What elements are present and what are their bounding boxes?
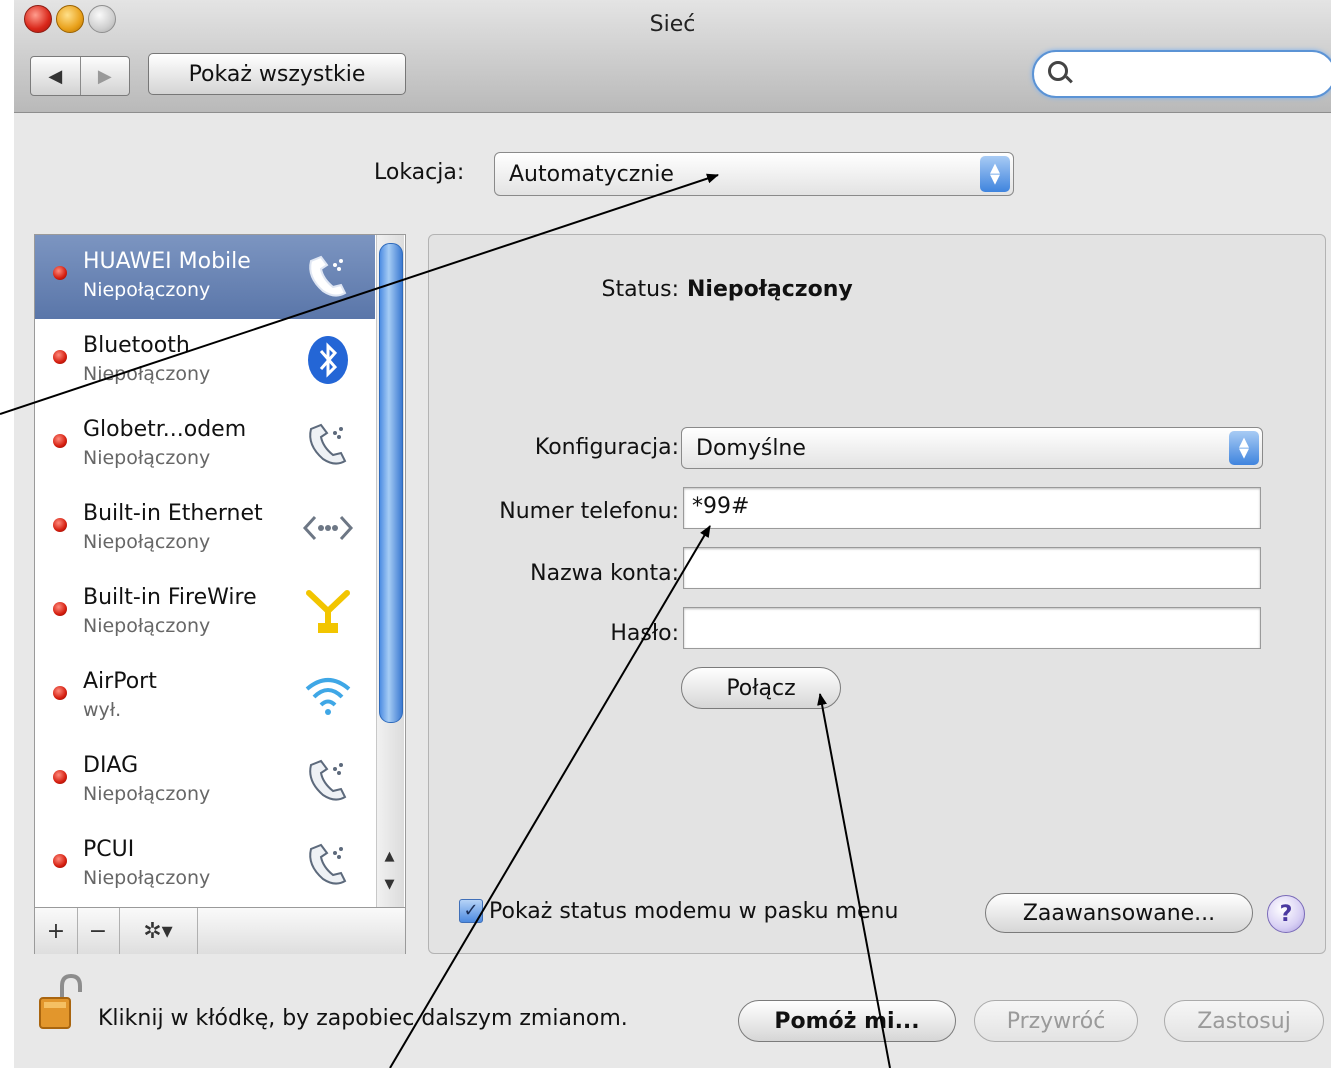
assist-me-button[interactable]: Pomóż mi... [738,1000,956,1042]
ethernet-icon [302,515,354,541]
location-label: Lokacja: [374,160,465,185]
apply-button[interactable]: Zastosuj [1164,1000,1324,1042]
service-list: HUAWEI Mobile Niepołączony Bluetooth Nie… [34,234,406,954]
forward-button[interactable]: ▶ [79,57,130,95]
scrollbar-thumb[interactable] [379,243,403,723]
phone-modem-icon [309,843,347,885]
service-name: Built-in Ethernet [83,501,263,526]
service-name: Globetr...odem [83,417,247,442]
help-button[interactable]: ? [1267,895,1305,933]
service-item-airport[interactable]: AirPort wył. [35,655,375,739]
service-item-globetrotter-modem[interactable]: Globetr...odem Niepołączony [35,403,375,487]
phone-number-input[interactable]: *99# [683,487,1261,529]
connect-button[interactable]: Połącz [681,667,841,709]
phone-modem-icon [309,423,347,465]
service-status: Niepołączony [83,615,211,637]
advanced-button[interactable]: Zaawansowane... [985,893,1253,933]
service-status: wył. [83,699,122,721]
window-title: Sieć [649,12,696,37]
configuration-value: Domyślne [696,435,806,461]
phone-modem-icon [309,759,347,801]
service-item-pcui[interactable]: PCUI Niepołączony [35,823,375,907]
wifi-icon [305,678,351,715]
service-name: Built-in FireWire [83,585,257,610]
status-dot-icon [53,602,67,616]
navigation-buttons: ◀ ▶ [30,56,130,96]
service-name: Bluetooth [83,333,190,358]
toolbar: Sieć ◀ ▶ Pokaż wszystkie [14,0,1331,113]
service-item-diag[interactable]: DIAG Niepołączony [35,739,375,823]
revert-button[interactable]: Przywróć [974,1000,1138,1042]
service-name: AirPort [83,669,157,694]
service-item-huawei-mobile[interactable]: HUAWEI Mobile Niepołączony [35,235,375,319]
status-dot-icon [53,686,67,700]
configuration-label: Konfiguracja: [534,435,679,460]
location-popup[interactable]: Automatycznie ▲ ▼ [494,152,1014,196]
service-status: Niepołączony [83,279,211,301]
service-item-built-in-firewire[interactable]: Built-in FireWire Niepołączony [35,571,375,655]
search-icon [1048,61,1068,81]
scroll-up-arrow-icon[interactable]: ▲ [376,843,403,871]
phone-number-label: Numer telefonu: [499,499,679,524]
popup-arrows-icon: ▲ ▼ [980,156,1010,192]
network-preferences-window: Sieć ◀ ▶ Pokaż wszystkie Lokacja: Automa… [14,0,1331,1068]
account-name-input[interactable] [683,547,1261,589]
service-detail-panel: Status: Niepołączony Konfiguracja: Domyś… [428,234,1326,954]
status-dot-icon [53,350,67,364]
add-service-button[interactable]: + [35,908,78,954]
password-input[interactable] [683,607,1261,649]
service-name: HUAWEI Mobile [83,249,251,274]
status-value: Niepołączony [687,277,853,302]
status-dot-icon [53,434,67,448]
remove-service-button[interactable]: − [77,908,120,954]
service-status: Niepołączony [83,783,211,805]
lock-message: Kliknij w kłódkę, by zapobiec dalszym zm… [98,1006,628,1031]
show-all-button[interactable]: Pokaż wszystkie [148,53,406,95]
location-value: Automatycznie [509,161,674,187]
service-item-built-in-ethernet[interactable]: Built-in Ethernet Niepołączony [35,487,375,571]
back-button[interactable]: ◀ [31,57,80,95]
show-modem-status-checkbox[interactable]: ✓ [459,899,483,923]
service-list-actions: + − ✲▾ [35,907,405,954]
service-item-bluetooth[interactable]: Bluetooth Niepołączony [35,319,375,403]
scroll-down-arrow-icon[interactable]: ▼ [376,871,403,899]
service-status: Niepołączony [83,531,211,553]
service-status: Niepołączony [83,363,211,385]
service-status: Niepołączony [83,867,211,889]
search-field[interactable] [1032,50,1331,98]
show-modem-status-label[interactable]: Pokaż status modemu w pasku menu [489,899,898,924]
bluetooth-icon [308,336,348,384]
status-dot-icon [53,770,67,784]
gear-menu-button[interactable]: ✲▾ [119,908,198,954]
popup-arrows-icon: ▲ ▼ [1229,431,1259,465]
configuration-popup[interactable]: Domyślne ▲ ▼ [681,427,1263,469]
status-dot-icon [53,854,67,868]
firewire-icon [306,590,350,633]
phone-modem-icon [309,255,347,297]
password-label: Hasło: [610,621,679,646]
status-label: Status: [601,277,679,302]
service-name: PCUI [83,837,135,862]
status-dot-icon [53,266,67,280]
account-name-label: Nazwa konta: [530,561,679,586]
service-name: DIAG [83,753,139,778]
unlocked-padlock-icon[interactable] [38,974,82,1030]
status-dot-icon [53,518,67,532]
service-status: Niepołączony [83,447,211,469]
